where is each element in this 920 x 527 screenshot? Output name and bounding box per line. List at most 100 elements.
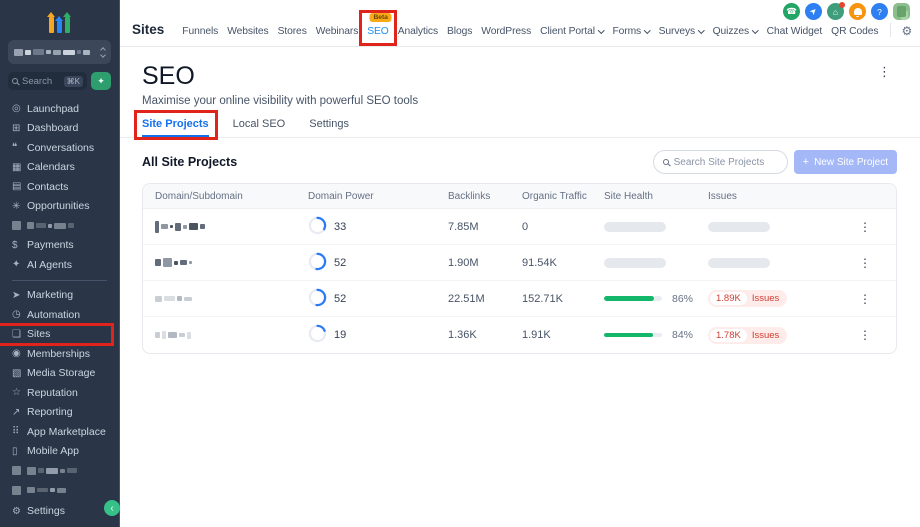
tab-label: Local SEO — [233, 118, 286, 130]
row-actions-kebab[interactable]: ⋮ — [846, 256, 884, 270]
sidebar-item-label: Launchpad — [27, 103, 79, 115]
sidebar-search-input[interactable]: Search ⌘K — [8, 72, 87, 90]
bell-icon[interactable] — [849, 3, 866, 20]
sidebar-item-reputation[interactable]: ☆Reputation — [0, 383, 119, 403]
gear-icon[interactable]: ⚙ — [901, 25, 912, 37]
issues-badge[interactable]: 1.89KIssues — [708, 290, 787, 307]
sidebar-item-automation[interactable]: ◷Automation — [0, 305, 119, 325]
topnav-tab-stores[interactable]: Stores — [278, 26, 307, 37]
health-progress-bar — [604, 296, 662, 301]
sidebar-item-conversations[interactable]: ❝Conversations — [0, 138, 119, 158]
logo-arrow-blue — [57, 21, 62, 33]
row-actions-kebab[interactable]: ⋮ — [846, 328, 884, 342]
tab-label: Blogs — [447, 26, 472, 37]
issues-cell — [708, 258, 846, 268]
sidebar-item-redacted[interactable] — [0, 461, 119, 481]
domain-cell-redacted — [155, 331, 308, 339]
topnav-tab-funnels[interactable]: Funnels — [182, 26, 218, 37]
sidebar-item-mobile-app[interactable]: ▯Mobile App — [0, 442, 119, 462]
sidebar-item-label: Media Storage — [27, 367, 95, 379]
sidebar-item-dashboard[interactable]: ⊞Dashboard — [0, 119, 119, 139]
sidebar-item-reporting[interactable]: ↗Reporting — [0, 403, 119, 423]
keyboard-shortcut-badge: ⌘K — [64, 76, 83, 87]
topnav-tab-seo[interactable]: SEOBeta — [367, 26, 388, 37]
column-header-domain-power: Domain Power — [308, 191, 448, 202]
sidebar-item-media-storage[interactable]: ▧Media Storage — [0, 364, 119, 384]
ai-assistant-button[interactable]: ✦ — [91, 72, 111, 90]
sidebar-item-label: Sites — [27, 328, 50, 340]
sidebar-item-sites[interactable]: ❏Sites — [0, 325, 119, 345]
notification-dot — [839, 2, 845, 8]
new-site-project-button[interactable]: + New Site Project — [794, 150, 897, 174]
topnav-tab-analytics[interactable]: Analytics — [398, 26, 438, 37]
topnav-tab-qr-codes[interactable]: QR Codes — [831, 26, 878, 37]
domain-power-cell: 52 — [308, 252, 448, 274]
avatar[interactable] — [893, 3, 910, 20]
reporting-icon: ↗ — [12, 407, 27, 418]
sidebar-item-redacted[interactable] — [0, 216, 119, 236]
seo-tab-settings[interactable]: Settings — [309, 118, 349, 137]
issues-badge[interactable]: 1.78KIssues — [708, 327, 787, 344]
sidebar-item-redacted[interactable] — [0, 481, 119, 501]
rocket-icon[interactable]: ➤ — [805, 3, 822, 20]
site-health-cell: 84% — [604, 329, 708, 341]
page-menu-kebab[interactable]: ⋮ — [872, 62, 897, 82]
topnav-tab-quizzes[interactable]: Quizzes — [713, 26, 758, 37]
page-subtitle: Maximise your online visibility with pow… — [142, 95, 897, 107]
sidebar-item-marketing[interactable]: ➤Marketing — [0, 286, 119, 306]
tabs-divider — [120, 137, 920, 138]
table-row: 521.90M91.54K⋮ — [143, 245, 896, 281]
issues-count: 1.78K — [710, 329, 747, 342]
sidebar-item-settings[interactable]: ⚙ Settings — [0, 502, 119, 522]
search-site-projects-input[interactable]: Search Site Projects — [653, 150, 788, 174]
sidebar-item-calendars[interactable]: ▦Calendars — [0, 158, 119, 178]
page-title: SEO — [142, 62, 195, 90]
marketplace-icon[interactable]: ⌂ — [827, 3, 844, 20]
loading-skeleton — [708, 222, 770, 232]
sidebar-item-launchpad[interactable]: ◎Launchpad — [0, 99, 119, 119]
seo-tab-site-projects[interactable]: Site Projects — [142, 118, 209, 137]
topnav-tab-client-portal[interactable]: Client Portal — [540, 26, 603, 37]
issues-cell: 1.89KIssues — [708, 290, 846, 307]
sites-icon: ❏ — [12, 329, 27, 340]
topnav-tab-surveys[interactable]: Surveys — [659, 26, 704, 37]
redacted-icon — [12, 466, 27, 475]
topnav-tab-blogs[interactable]: Blogs — [447, 26, 472, 37]
seo-tab-local-seo[interactable]: Local SEO — [233, 118, 286, 137]
topnav-tab-webinars[interactable]: Webinars — [316, 26, 359, 37]
row-actions-kebab[interactable]: ⋮ — [846, 292, 884, 306]
table-header: Domain/SubdomainDomain PowerBacklinksOrg… — [143, 184, 896, 209]
sidebar-item-memberships[interactable]: ◉Memberships — [0, 344, 119, 364]
domain-power-ring — [308, 252, 327, 274]
section-title: All Site Projects — [142, 155, 237, 169]
automation-icon: ◷ — [12, 309, 27, 320]
sidebar-item-contacts[interactable]: ▤Contacts — [0, 177, 119, 197]
site-health-cell — [604, 222, 708, 232]
sidebar-item-ai-agents[interactable]: ✦AI Agents — [0, 255, 119, 275]
sidebar-item-opportunities[interactable]: ✳Opportunities — [0, 197, 119, 217]
sidebar-item-payments[interactable]: $Payments — [0, 236, 119, 256]
backlinks-value: 1.36K — [448, 329, 522, 341]
topnav-tab-websites[interactable]: Websites — [227, 26, 268, 37]
row-actions-kebab[interactable]: ⋮ — [846, 220, 884, 234]
domain-power-cell: 52 — [308, 288, 448, 310]
chevron-down-icon — [598, 27, 604, 33]
organic-traffic-value: 152.71K — [522, 293, 604, 305]
phone-icon[interactable]: ☎ — [783, 3, 800, 20]
marketing-icon: ➤ — [12, 290, 27, 301]
active-tab-underline — [365, 44, 390, 47]
topnav-tab-forms[interactable]: Forms — [612, 26, 649, 37]
topnav-tab-wordpress[interactable]: WordPress — [481, 26, 531, 37]
sidebar-item-label: App Marketplace — [27, 426, 106, 438]
avatar-image — [897, 6, 906, 17]
domain-power-ring — [308, 216, 327, 238]
account-switcher[interactable] — [8, 40, 111, 64]
launchpad-icon: ◎ — [12, 103, 27, 114]
help-icon[interactable]: ? — [871, 3, 888, 20]
sidebar-item-label: Settings — [27, 505, 65, 517]
topnav-tab-chat-widget[interactable]: Chat Widget — [767, 26, 823, 37]
sidebar-collapse-button[interactable]: ‹ — [104, 500, 120, 516]
backlinks-value: 1.90M — [448, 257, 522, 269]
seo-tabs: Site Projects Local SEO Settings — [142, 118, 897, 137]
sidebar-item-app-marketplace[interactable]: ⠿App Marketplace — [0, 422, 119, 442]
